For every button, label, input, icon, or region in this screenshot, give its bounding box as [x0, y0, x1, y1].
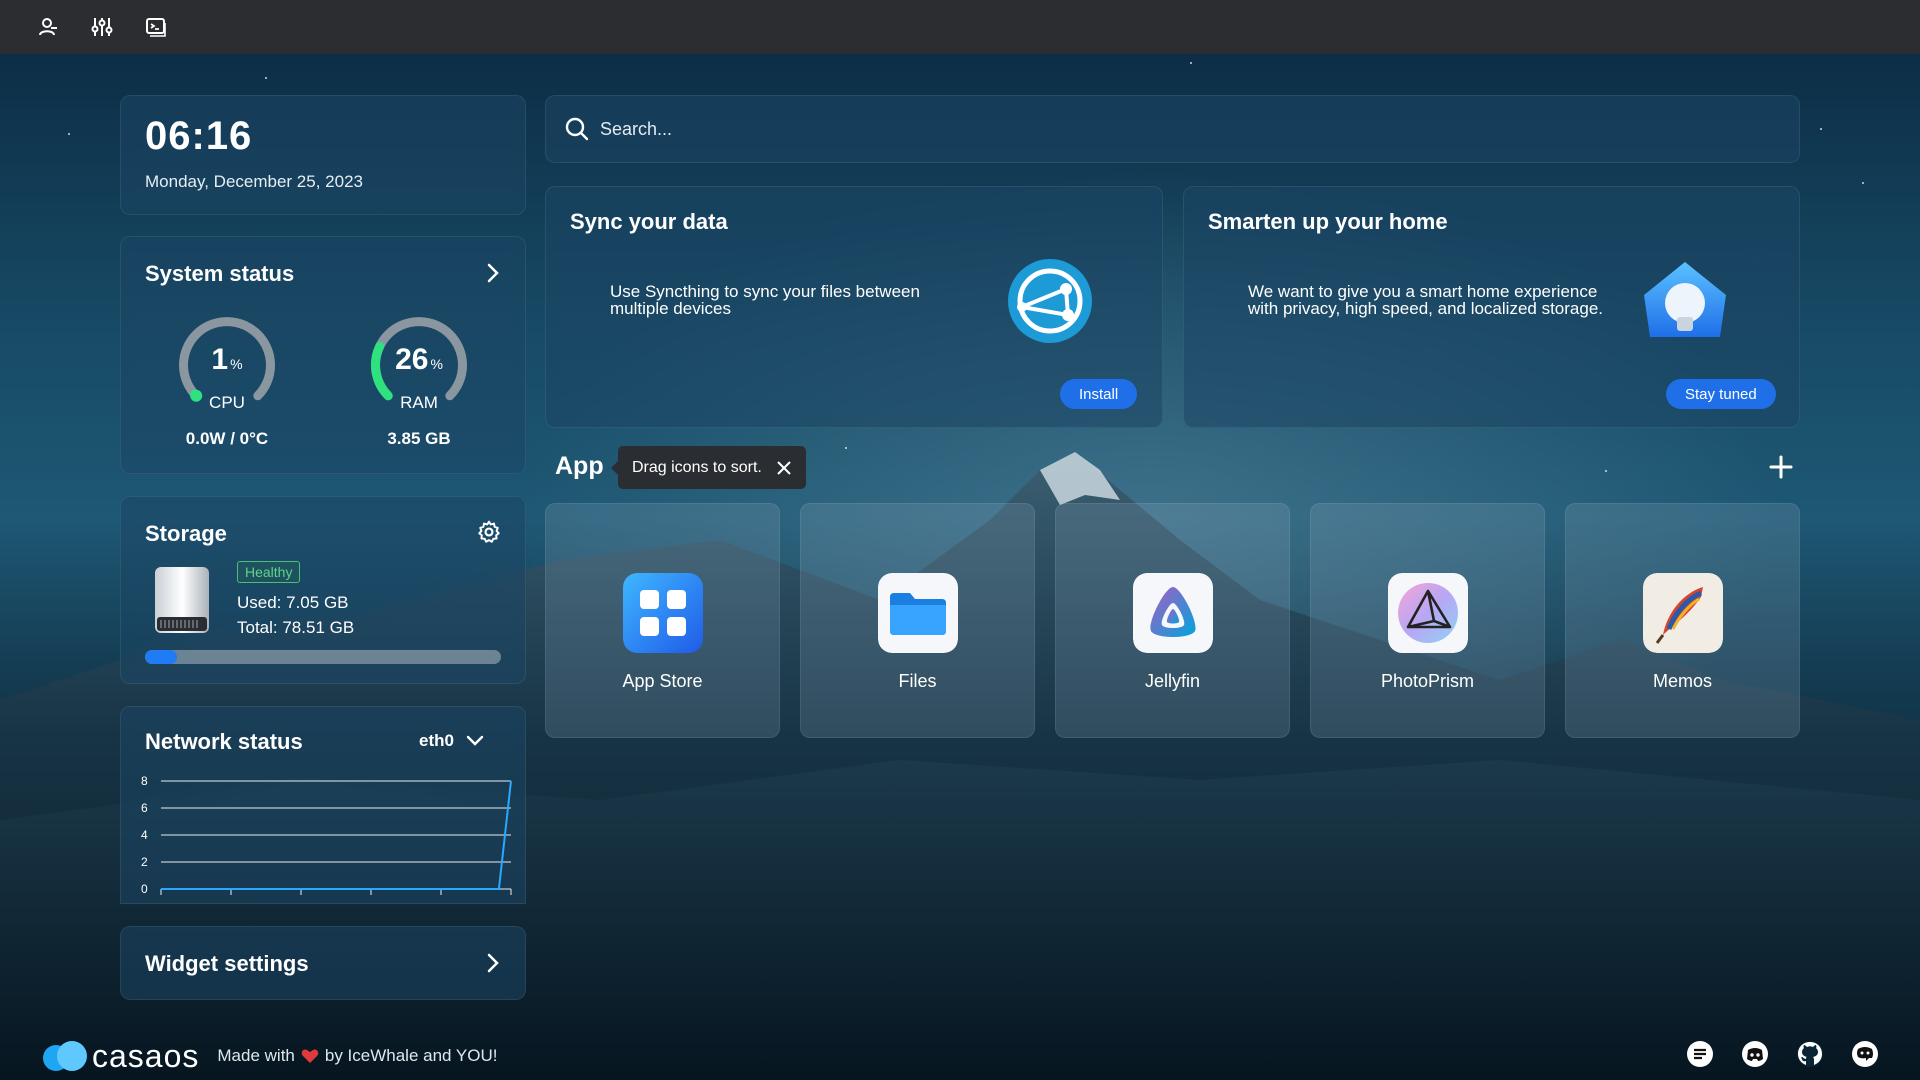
app-tile-files[interactable]: Files	[800, 503, 1035, 738]
search-icon	[565, 117, 589, 141]
system-status-widget: System status 1% CPU 0.0W / 0°C 26% RAM …	[120, 236, 526, 474]
terminal-icon[interactable]	[142, 13, 170, 41]
chart-y-tick-label: 4	[141, 828, 148, 842]
app-name: Memos	[1652, 671, 1712, 691]
storage-usage-bar	[145, 650, 501, 664]
install-button[interactable]: Install	[1060, 379, 1138, 409]
add-app-button[interactable]	[1766, 452, 1796, 482]
app-tile-photoprism[interactable]: PhotoPrism	[1310, 503, 1545, 738]
promo-description: Use Syncthing to sync your files between…	[610, 282, 920, 318]
gear-icon[interactable]	[476, 519, 502, 545]
account-icon[interactable]	[34, 13, 62, 41]
clock-time: 06:16	[145, 114, 253, 158]
chat-icon[interactable]	[1851, 1040, 1879, 1068]
widget-settings-button[interactable]: Widget settings	[120, 926, 526, 1000]
storage-usage-fill	[145, 650, 178, 664]
apps-section-title: App	[555, 452, 604, 480]
storage-used: Used: 7.05 GB	[237, 593, 349, 612]
made-with-prefix: Made with	[217, 1046, 295, 1065]
ram-label: RAM	[400, 393, 438, 412]
widget-settings-label: Widget settings	[145, 951, 309, 976]
ram-unit: %	[430, 356, 443, 372]
cpu-gauge: 1% CPU	[167, 305, 287, 425]
search-bar[interactable]	[545, 95, 1800, 163]
github-icon[interactable]	[1796, 1040, 1824, 1068]
network-status-widget: Network status eth0 8 6 4 2 0	[120, 706, 526, 904]
promo-card-smart-home: Smarten up your home We want to give you…	[1183, 186, 1800, 428]
storage-health-badge: Healthy	[237, 561, 301, 583]
chevron-right-icon[interactable]	[481, 261, 505, 285]
cpu-power-temp: 0.0W / 0°C	[185, 429, 269, 448]
chart-y-tick-label: 2	[141, 855, 148, 869]
smart-home-bulb-icon	[1640, 257, 1730, 347]
storage-title: Storage	[145, 521, 227, 546]
sliders-icon[interactable]	[88, 13, 116, 41]
app-name: Files	[898, 671, 937, 691]
chart-y-tick-label: 8	[141, 774, 148, 788]
heart-icon	[301, 1049, 319, 1063]
cpu-percent: 1	[211, 343, 229, 376]
drag-hint-tooltip: Drag icons to sort.	[611, 446, 806, 489]
plus-icon	[1769, 455, 1793, 479]
app-tile-memos[interactable]: Memos	[1565, 503, 1800, 738]
app-name: PhotoPrism	[1380, 671, 1475, 691]
discord-icon[interactable]	[1741, 1040, 1769, 1068]
drag-hint-text: Drag icons to sort.	[632, 458, 762, 476]
storage-total: Total: 78.51 GB	[237, 618, 355, 637]
stay-tuned-button[interactable]: Stay tuned	[1666, 379, 1776, 409]
promo-description: We want to give you a smart home experie…	[1248, 282, 1603, 318]
promo-card-syncthing: Sync your data Use Syncthing to sync you…	[545, 186, 1163, 428]
memos-icon	[1643, 573, 1723, 653]
chart-y-tick-label: 0	[141, 882, 148, 896]
feedback-icon[interactable]	[1686, 1040, 1714, 1068]
ram-used: 3.85 GB	[387, 429, 451, 448]
storage-widget: Storage Healthy Used: 7.05 GB Total: 78.…	[120, 496, 526, 684]
footer: casaos Made with by IceWhale and YOU!	[40, 1036, 497, 1076]
made-with-suffix: by IceWhale and YOU!	[324, 1046, 498, 1065]
app-store-icon	[623, 573, 703, 653]
folder-icon	[878, 573, 958, 653]
app-tile-jellyfin[interactable]: Jellyfin	[1055, 503, 1290, 738]
app-tile-app-store[interactable]: App Store	[545, 503, 780, 738]
top-bar	[0, 0, 1920, 54]
promo-title: Sync your data	[570, 209, 728, 234]
made-with-text: Made with by IceWhale and YOU!	[217, 1046, 497, 1066]
network-status-title: Network status	[145, 729, 303, 754]
interface-select[interactable]: eth0	[419, 731, 484, 751]
app-name: Jellyfin	[1144, 671, 1201, 691]
ram-gauge: 26% RAM	[359, 305, 479, 425]
system-status-title: System status	[145, 261, 295, 286]
ram-percent: 26	[395, 343, 429, 376]
disk-icon	[153, 565, 211, 635]
photoprism-icon	[1388, 573, 1468, 653]
cpu-label: CPU	[209, 393, 245, 412]
jellyfin-icon	[1133, 573, 1213, 653]
network-chart: 8 6 4 2 0	[141, 774, 512, 896]
search-input[interactable]	[600, 118, 1700, 140]
app-name: App Store	[622, 671, 703, 691]
casaos-logo-text: casaos	[92, 1037, 200, 1074]
chevron-right-icon	[481, 951, 505, 975]
casaos-logo[interactable]: casaos	[40, 1038, 199, 1075]
chart-y-tick-label: 6	[141, 801, 148, 815]
clock-date: Monday, December 25, 2023	[145, 172, 363, 191]
cpu-unit: %	[230, 356, 243, 372]
close-icon[interactable]	[776, 460, 792, 476]
promo-title: Smarten up your home	[1208, 209, 1448, 234]
syncthing-icon	[1006, 257, 1094, 345]
interface-select-value: eth0	[419, 731, 454, 750]
chevron-down-icon	[466, 735, 484, 746]
clock-widget: 06:16 Monday, December 25, 2023	[120, 95, 526, 215]
casaos-logo-mark	[43, 1041, 87, 1071]
